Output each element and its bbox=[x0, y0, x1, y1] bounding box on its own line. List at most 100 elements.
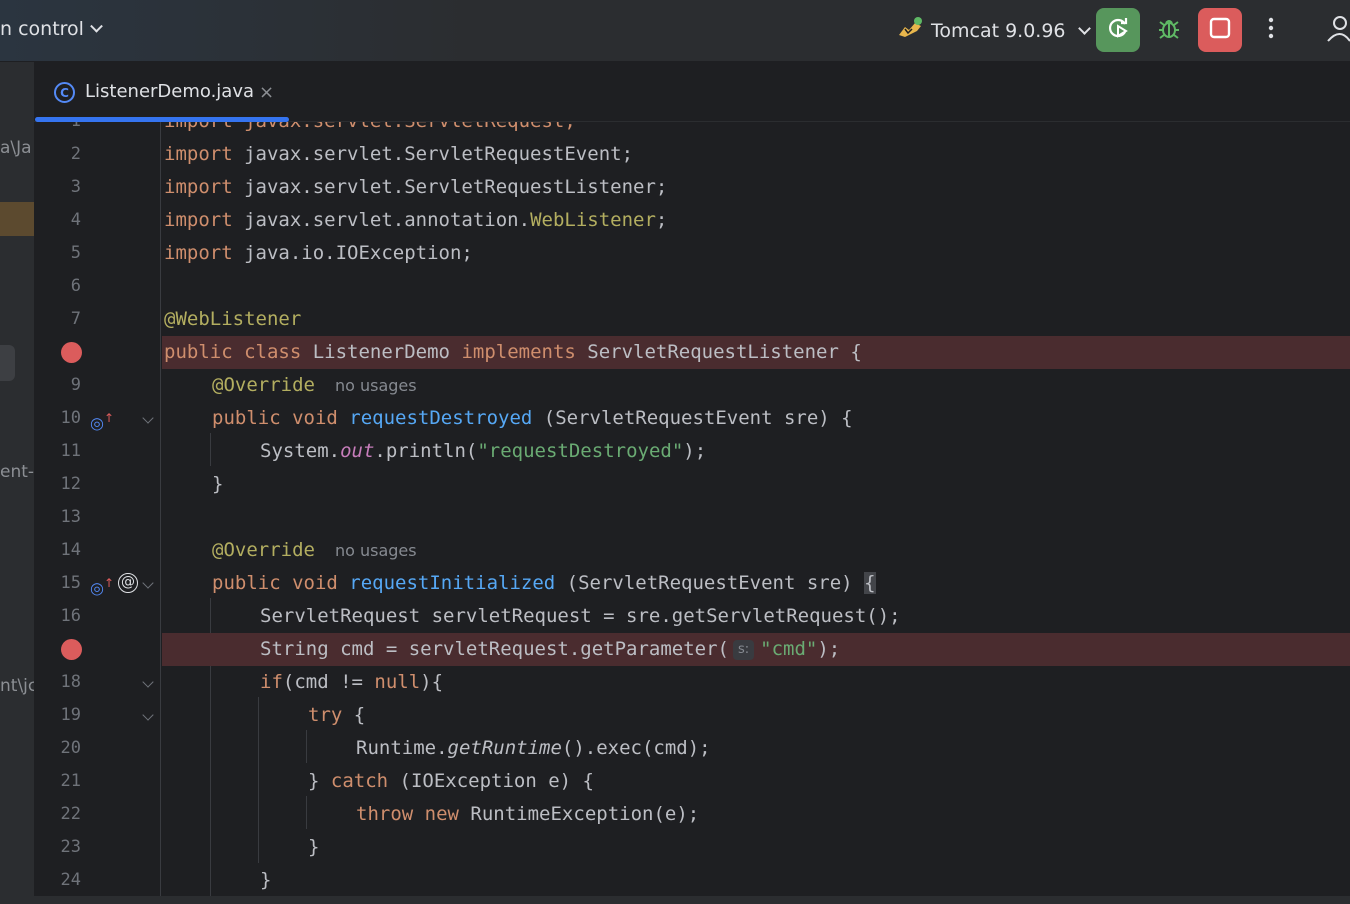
code-line: 22 throw new RuntimeException(e); bbox=[34, 798, 1350, 831]
line-number: 9 bbox=[70, 375, 81, 395]
rerun-button[interactable] bbox=[1096, 8, 1140, 52]
line-number: 10 bbox=[60, 408, 81, 428]
code-text: ServletRequest servletRequest = sre.getS… bbox=[260, 605, 901, 627]
code-text: if(cmd != null){ bbox=[260, 671, 444, 693]
vcs-label: n control bbox=[0, 18, 84, 40]
line-number: 21 bbox=[60, 771, 81, 791]
code-line: 10 ◎↑ public void requestDestroyed (Serv… bbox=[34, 402, 1350, 435]
fold-chevron-icon[interactable] bbox=[142, 577, 154, 589]
code-text: @Override no usages bbox=[212, 374, 417, 396]
run-configuration-selector[interactable]: Tomcat 9.0.96 bbox=[897, 14, 1091, 48]
line-number: 18 bbox=[60, 672, 81, 692]
scroll-indicator[interactable] bbox=[0, 345, 15, 381]
breakpoint-icon[interactable] bbox=[61, 639, 82, 660]
code-line: 23 } bbox=[34, 831, 1350, 864]
tab-listenerdemo-java[interactable]: C ListenerDemo.java × bbox=[34, 62, 289, 122]
project-panel-collapsed[interactable]: a\Ja ent-s nt\jc bbox=[0, 62, 34, 900]
code-editor[interactable]: 1 import javax.servlet.ServletRequest; 2… bbox=[34, 122, 1350, 896]
line-number: 24 bbox=[60, 870, 81, 890]
usages-hint: no usages bbox=[334, 541, 417, 560]
more-options-button[interactable] bbox=[1249, 8, 1293, 52]
code-text: public void requestDestroyed (ServletReq… bbox=[212, 407, 853, 429]
code-text: @Override no usages bbox=[212, 539, 417, 561]
user-icon bbox=[1322, 13, 1350, 47]
fold-chevron-icon[interactable] bbox=[142, 676, 154, 688]
code-line: 24 } bbox=[34, 864, 1350, 896]
code-line: 16 ServletRequest servletRequest = sre.g… bbox=[34, 600, 1350, 633]
project-path-fragment: ent-s bbox=[0, 462, 34, 482]
code-text: } bbox=[308, 836, 320, 858]
code-line-breakpoint: String cmd = servletRequest.getParameter… bbox=[34, 633, 1350, 666]
close-icon[interactable]: × bbox=[259, 82, 274, 103]
usages-hint: no usages bbox=[334, 376, 417, 395]
project-path-fragment: nt\jc bbox=[0, 676, 34, 696]
line-number: 13 bbox=[60, 507, 81, 527]
line-number: 2 bbox=[70, 144, 81, 164]
line-number: 22 bbox=[60, 804, 81, 824]
code-text: public class ListenerDemo implements Ser… bbox=[164, 341, 862, 363]
code-line: 13 bbox=[34, 501, 1350, 534]
parameter-name-hint: s: bbox=[733, 640, 755, 660]
code-line: 18 if(cmd != null){ bbox=[34, 666, 1350, 699]
code-line: 2 import javax.servlet.ServletRequestEve… bbox=[34, 138, 1350, 171]
code-line: 11 System.out.println("requestDestroyed"… bbox=[34, 435, 1350, 468]
code-text: import javax.servlet.annotation.WebListe… bbox=[164, 209, 668, 231]
code-text: throw new RuntimeException(e); bbox=[356, 803, 700, 825]
breakpoint-icon[interactable] bbox=[61, 342, 82, 363]
line-number: 11 bbox=[60, 441, 81, 461]
more-vert-icon bbox=[1266, 16, 1276, 44]
code-text: try { bbox=[308, 704, 366, 726]
code-text: System.out.println("requestDestroyed"); bbox=[260, 440, 707, 462]
line-number: 6 bbox=[70, 276, 81, 296]
line-number: 19 bbox=[60, 705, 81, 725]
code-line: 7 @WebListener bbox=[34, 303, 1350, 336]
tab-label: ListenerDemo.java bbox=[85, 81, 255, 102]
tomcat-icon bbox=[897, 16, 923, 46]
code-text: public void requestInitialized (ServletR… bbox=[212, 572, 876, 594]
code-text: } catch (IOException e) { bbox=[308, 770, 594, 792]
main-toolbar: n control Tomcat 9.0.96 bbox=[0, 0, 1350, 62]
code-line-breakpoint: public class ListenerDemo implements Ser… bbox=[34, 336, 1350, 369]
debug-bug-icon bbox=[1156, 15, 1182, 45]
chevron-down-icon bbox=[1077, 21, 1091, 35]
code-text: import javax.servlet.ServletRequest; bbox=[164, 122, 576, 138]
code-line: 19 try { bbox=[34, 699, 1350, 732]
line-number: 4 bbox=[70, 210, 81, 230]
account-button[interactable] bbox=[1322, 8, 1350, 52]
run-config-label: Tomcat 9.0.96 bbox=[931, 20, 1066, 42]
code-text: Runtime.getRuntime().exec(cmd); bbox=[356, 737, 711, 759]
web-listener-at-icon[interactable]: @ bbox=[118, 573, 138, 593]
code-line: 1 import javax.servlet.ServletRequest; bbox=[34, 122, 1350, 138]
fold-chevron-icon[interactable] bbox=[142, 412, 154, 424]
editor-tab-strip: C ListenerDemo.java × bbox=[34, 62, 1350, 122]
line-number: 5 bbox=[70, 243, 81, 263]
implements-method-icon[interactable]: ◎↑ bbox=[90, 572, 114, 597]
selected-item-highlight bbox=[0, 202, 34, 236]
code-text: @WebListener bbox=[164, 308, 302, 330]
code-line: 4 import javax.servlet.annotation.WebLis… bbox=[34, 204, 1350, 237]
code-line: 14 @Override no usages bbox=[34, 534, 1350, 567]
stop-button[interactable] bbox=[1198, 8, 1242, 52]
fold-chevron-icon[interactable] bbox=[142, 709, 154, 721]
code-line: 9 @Override no usages bbox=[34, 369, 1350, 402]
line-number: 20 bbox=[60, 738, 81, 758]
code-text: } bbox=[260, 869, 272, 891]
code-line: 21 } catch (IOException e) { bbox=[34, 765, 1350, 798]
java-class-icon: C bbox=[54, 82, 75, 103]
debug-button[interactable] bbox=[1147, 8, 1191, 52]
line-number: 15 bbox=[60, 573, 81, 593]
implements-method-icon[interactable]: ◎↑ bbox=[90, 407, 114, 432]
line-number: 3 bbox=[70, 177, 81, 197]
line-number: 14 bbox=[60, 540, 81, 560]
code-line: 5 import java.io.IOException; bbox=[34, 237, 1350, 270]
chevron-down-icon bbox=[90, 19, 103, 33]
code-line: 3 import javax.servlet.ServletRequestLis… bbox=[34, 171, 1350, 204]
code-line: 12 } bbox=[34, 468, 1350, 501]
code-line: 15 ◎↑ @ public void requestInitialized (… bbox=[34, 567, 1350, 600]
code-text: import java.io.IOException; bbox=[164, 242, 473, 264]
line-number: 23 bbox=[60, 837, 81, 857]
status-bar-edge bbox=[0, 896, 1350, 904]
line-number: 12 bbox=[60, 474, 81, 494]
code-line: 20 Runtime.getRuntime().exec(cmd); bbox=[34, 732, 1350, 765]
vcs-widget[interactable]: n control bbox=[0, 18, 103, 40]
